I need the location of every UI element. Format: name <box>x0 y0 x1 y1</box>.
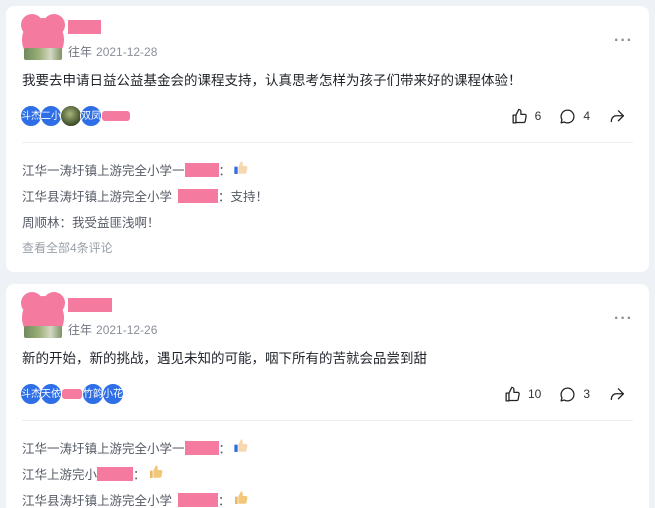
share-button[interactable] <box>608 386 633 403</box>
comment-count: 3 <box>583 387 590 401</box>
comment-author: 江华一涛圩镇上游完全小学一 <box>22 442 185 456</box>
time-tag: 往年 <box>68 323 93 337</box>
liker-avatar[interactable]: 斗杰 <box>20 105 42 127</box>
redacted-mask <box>178 492 219 507</box>
comment-text: ： <box>133 468 146 482</box>
share-button[interactable] <box>608 108 633 125</box>
thumbs-up-icon <box>505 386 520 402</box>
redacted-mask <box>178 188 219 203</box>
post-card: 往年 2021-12-28 ··· 我要去申请日益公益基金会的课程支持，认真思考怎… <box>6 6 649 272</box>
author-name-redacted[interactable] <box>68 20 101 34</box>
comment-text: ： <box>218 494 231 508</box>
like-count: 6 <box>534 109 542 123</box>
comment-text: ： <box>218 442 232 456</box>
post-meta: 往年 2021-12-26 <box>68 321 157 338</box>
post-card: 往年 2021-12-26 ··· 新的开始，新的挑战，遇见未知的可能，咽下所有的… <box>6 284 649 508</box>
comment-button[interactable]: 3 <box>559 386 590 403</box>
avatar[interactable] <box>21 14 65 60</box>
post-stats: 6 4 <box>493 106 633 126</box>
comment-author: 江华一涛圩镇上游完全小学一 <box>22 164 185 178</box>
like-button[interactable]: 10 <box>504 386 541 403</box>
liker-avatar[interactable]: 二小 <box>40 105 62 127</box>
comment-item[interactable]: 江华县涛圩镇上游完全小学 ： <box>22 490 249 508</box>
divider <box>22 420 633 421</box>
redacted-mask <box>184 440 219 455</box>
thumbs-up-emoji-icon <box>233 438 249 457</box>
more-dots-icon[interactable]: ··· <box>614 311 633 327</box>
time-tag: 往年 <box>68 45 93 59</box>
like-button[interactable]: 6 <box>511 108 542 125</box>
avatar[interactable] <box>21 292 65 338</box>
share-arrow-icon <box>610 109 625 122</box>
author-name-redacted[interactable] <box>68 298 112 312</box>
view-all-comments-link[interactable]: 查看全部4条评论 <box>22 239 113 256</box>
comment-count: 4 <box>583 109 590 123</box>
liker-avatar[interactable]: 天依 <box>40 383 62 405</box>
liker-avatar[interactable]: 双凤 <box>80 105 102 127</box>
comment-button[interactable]: 4 <box>559 108 590 125</box>
comment-text: ：支持！ <box>218 190 269 204</box>
post-date: 2021-12-28 <box>96 45 158 59</box>
comment-author: 江华县涛圩镇上游完全小学 <box>22 494 173 508</box>
post-meta: 往年 2021-12-28 <box>68 43 157 60</box>
liker-avatar[interactable] <box>60 105 82 127</box>
liker-avatar[interactable]: 小花 <box>102 383 124 405</box>
comment-text: ：我受益匪浅啊！ <box>59 216 160 230</box>
post-content: 我要去申请日益公益基金会的课程支持，认真思考怎样为孩子们带来好的课程体验！ <box>22 73 522 88</box>
comment-author: 江华上游完小 <box>22 468 98 482</box>
thumbs-up-emoji-icon <box>148 464 164 483</box>
post-date: 2021-12-26 <box>96 323 158 337</box>
comment-author: 周顺林 <box>22 216 60 230</box>
post-stats: 10 3 <box>486 384 633 404</box>
like-count: 10 <box>527 387 542 401</box>
liker-avatars[interactable]: 斗杰 二小 双凤 <box>20 105 130 127</box>
comment-bubble-icon <box>560 386 575 402</box>
comment-item[interactable]: 江华一涛圩镇上游完全小学一 ： <box>22 160 249 179</box>
redacted-mask <box>97 466 134 481</box>
comment-item[interactable]: 江华县涛圩镇上游完全小学 ：支持！ <box>22 186 268 205</box>
liker-avatars[interactable]: 斗杰 天依 竹韵 小花 <box>20 383 140 405</box>
redacted-mask <box>184 162 219 177</box>
comment-author: 江华县涛圩镇上游完全小学 <box>22 190 173 204</box>
thumbs-up-emoji-icon <box>233 160 249 179</box>
divider <box>22 142 633 143</box>
comment-item[interactable]: 江华一涛圩镇上游完全小学一 ： <box>22 438 249 457</box>
liker-avatar[interactable]: 斗杰 <box>20 383 42 405</box>
share-arrow-icon <box>610 387 625 400</box>
liker-avatar-redacted <box>62 389 82 399</box>
comment-item[interactable]: 江华上游完小 ： <box>22 464 164 483</box>
thumbs-up-emoji-icon <box>233 490 249 508</box>
more-dots-icon[interactable]: ··· <box>614 33 633 49</box>
comment-bubble-icon <box>560 108 575 124</box>
liker-avatar-redacted <box>102 111 130 121</box>
post-content: 新的开始，新的挑战，遇见未知的可能，咽下所有的苦就会品尝到甜 <box>22 351 427 366</box>
liker-avatar[interactable]: 竹韵 <box>82 383 104 405</box>
comment-text: ： <box>218 164 232 178</box>
thumbs-up-icon <box>512 108 527 124</box>
comment-item[interactable]: 周顺林 ：我受益匪浅啊！ <box>22 212 160 231</box>
